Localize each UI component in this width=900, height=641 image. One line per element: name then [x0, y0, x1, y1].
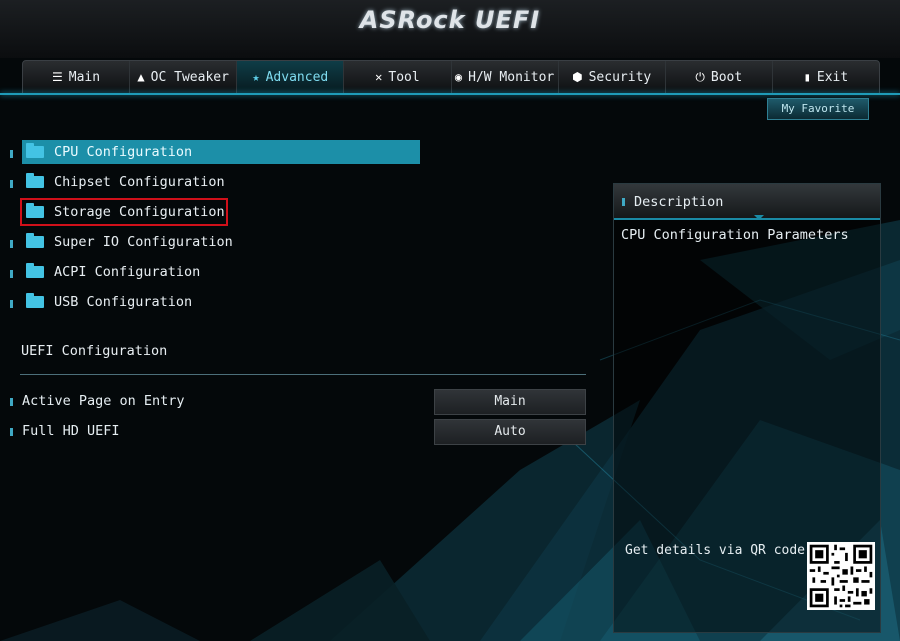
folder-icon: [26, 233, 44, 248]
folder-icon: [26, 293, 44, 308]
menu-row[interactable]: ACPI Configuration: [22, 260, 420, 284]
menu-row[interactable]: Super IO Configuration: [22, 230, 420, 254]
menu-row[interactable]: Chipset Configuration: [22, 170, 420, 194]
tab-oc-tweaker[interactable]: ▲ OC Tweaker: [130, 61, 238, 93]
tab-underline: [0, 93, 900, 95]
tab-main[interactable]: ☰ Main: [23, 61, 131, 93]
advanced-menu: CPU Configuration Chipset Configuration …: [0, 138, 420, 318]
power-icon: ⏻: [695, 69, 705, 84]
qr-code[interactable]: [807, 542, 875, 610]
monitor-icon: ◉: [454, 70, 463, 84]
wrench-icon: ✕: [375, 70, 383, 84]
setting-label: Active Page on Entry: [22, 393, 185, 409]
folder-icon: [26, 173, 44, 188]
qr-caption: Get details via QR code: [625, 543, 806, 558]
menu-item-usb-configuration[interactable]: USB Configuration: [0, 288, 420, 318]
my-favorite-button[interactable]: My Favorite: [767, 98, 869, 120]
section-title-uefi-configuration: UEFI Configuration: [21, 343, 168, 359]
menu-item-label: CPU Configuration: [54, 144, 193, 160]
menu-row[interactable]: CPU Configuration: [22, 140, 420, 164]
description-header: Description: [614, 184, 880, 220]
tab-label: Main: [68, 69, 101, 85]
setting-label: Full HD UEFI: [22, 423, 120, 439]
tab-tool[interactable]: ✕ Tool: [344, 61, 452, 93]
menu-item-label: Storage Configuration: [54, 204, 225, 220]
section-divider: [20, 374, 586, 375]
folder-icon: [26, 263, 44, 278]
tab-boot[interactable]: ⏻ Boot: [666, 61, 773, 93]
rocket-icon: ▲: [137, 70, 145, 84]
bullet-marker: [10, 270, 13, 278]
tab-hw-monitor[interactable]: ◉ H/W Monitor: [452, 61, 559, 93]
description-panel: Description CPU Configuration Parameters…: [613, 183, 881, 633]
folder-icon: [26, 143, 44, 158]
menu-item-label: ACPI Configuration: [54, 264, 201, 280]
folder-icon: [26, 203, 44, 218]
star-icon: ★: [252, 70, 260, 84]
menu-item-label: Chipset Configuration: [54, 174, 225, 190]
menu-item-acpi-configuration[interactable]: ACPI Configuration: [0, 258, 420, 288]
tab-exit[interactable]: ▮ Exit: [773, 61, 879, 93]
shield-icon: ⬢: [572, 70, 583, 84]
tab-bar: ☰ Main ▲ OC Tweaker ★ Advanced ✕ Tool ◉ …: [22, 60, 880, 94]
tab-label: Boot: [710, 69, 743, 85]
bullet-marker: [10, 180, 13, 188]
list-icon: ☰: [52, 70, 63, 84]
menu-row[interactable]: USB Configuration: [22, 290, 420, 314]
setting-full-hd-uefi[interactable]: Full HD UEFI Auto: [0, 419, 590, 445]
tab-label: Advanced: [265, 69, 329, 85]
description-text: CPU Configuration Parameters: [621, 227, 849, 243]
menu-item-storage-configuration[interactable]: Storage Configuration: [0, 198, 420, 228]
menu-item-cpu-configuration[interactable]: CPU Configuration: [0, 138, 420, 168]
tab-label: Tool: [388, 69, 420, 85]
tab-label: OC Tweaker: [150, 69, 229, 85]
bullet-marker: [10, 240, 13, 248]
tab-advanced[interactable]: ★ Advanced: [237, 61, 345, 93]
exit-icon: ▮: [803, 70, 811, 84]
menu-row-highlighted[interactable]: Storage Configuration: [20, 198, 228, 226]
setting-value-dropdown[interactable]: Main: [434, 389, 586, 415]
tab-security[interactable]: ⬢ Security: [559, 61, 666, 93]
menu-item-label: Super IO Configuration: [54, 234, 233, 250]
setting-active-page-on-entry[interactable]: Active Page on Entry Main: [0, 389, 590, 415]
pointer-marker: [754, 215, 764, 220]
bullet-marker: [10, 398, 13, 406]
menu-item-label: USB Configuration: [54, 294, 193, 310]
bullet-marker: [10, 300, 13, 308]
asrock-logo: ASRock UEFI: [359, 6, 541, 34]
bullet-marker: [10, 150, 13, 158]
tab-label: Exit: [816, 69, 849, 85]
bullet-marker: [10, 428, 13, 436]
menu-item-super-io-configuration[interactable]: Super IO Configuration: [0, 228, 420, 258]
menu-item-chipset-configuration[interactable]: Chipset Configuration: [0, 168, 420, 198]
setting-value-dropdown[interactable]: Auto: [434, 419, 586, 445]
bullet-marker: [622, 198, 625, 206]
tab-label: Security: [588, 69, 652, 85]
tab-label: H/W Monitor: [468, 69, 555, 85]
description-title: Description: [634, 194, 724, 210]
